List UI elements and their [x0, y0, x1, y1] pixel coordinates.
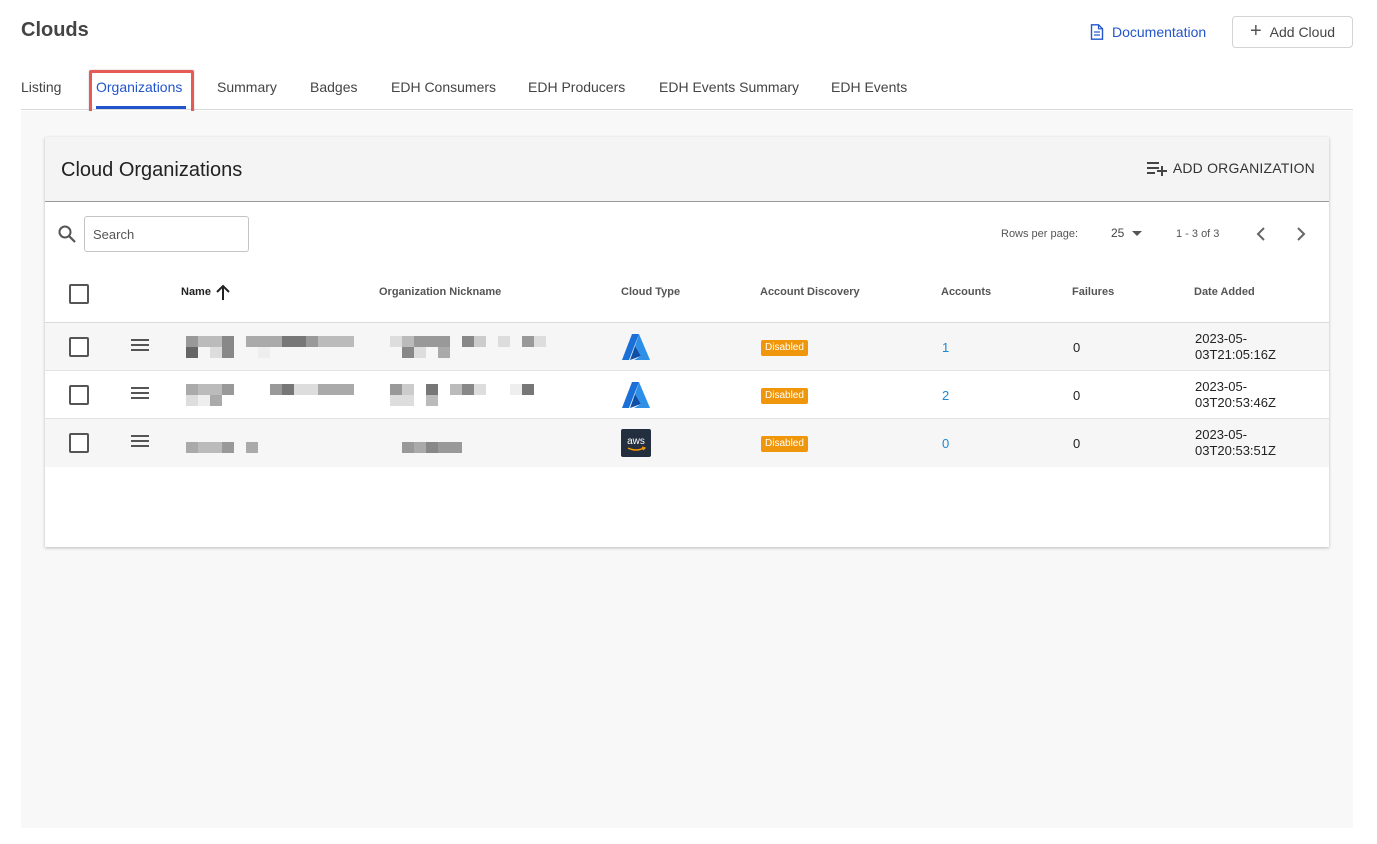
chevron-left-icon [1256, 227, 1265, 241]
playlist-add-icon [1146, 162, 1167, 176]
sort-arrow-up-icon [216, 284, 230, 300]
redacted-name [186, 442, 258, 453]
search-input[interactable] [84, 216, 249, 252]
failures-count: 0 [1073, 436, 1081, 451]
search-icon [58, 225, 76, 243]
redacted-name [186, 384, 354, 406]
accounts-link[interactable]: 2 [942, 388, 949, 403]
status-badge: Disabled [761, 340, 808, 356]
drag-handle-icon[interactable] [131, 387, 149, 401]
status-badge: Disabled [761, 436, 808, 452]
tab-summary[interactable]: Summary [217, 79, 277, 95]
column-header-date-added[interactable]: Date Added [1194, 286, 1255, 298]
date-added: 2023-05-03T20:53:46Z [1195, 379, 1276, 410]
column-header-name[interactable]: Name [181, 283, 231, 301]
tab-edh-events-summary[interactable]: EDH Events Summary [659, 79, 799, 95]
azure-logo-icon [622, 334, 650, 360]
date-added: 2023-05-03T21:05:16Z [1195, 331, 1276, 362]
documentation-label: Documentation [1112, 24, 1207, 40]
row-checkbox[interactable] [69, 433, 89, 453]
redacted-nickname [390, 336, 546, 358]
column-header-account-discovery[interactable]: Account Discovery [760, 286, 860, 298]
add-organization-label: ADD ORGANIZATION [1172, 160, 1315, 176]
column-header-failures[interactable]: Failures [1072, 286, 1114, 298]
cloud-organizations-card: Cloud Organizations ADD ORGANIZATION Row… [45, 137, 1329, 547]
next-page-button[interactable] [1291, 224, 1311, 244]
tab-edh-producers[interactable]: EDH Producers [528, 79, 625, 95]
accounts-link[interactable]: 0 [942, 436, 949, 451]
documentation-link[interactable]: Documentation [1090, 22, 1206, 42]
column-header-nickname[interactable]: Organization Nickname [379, 286, 501, 298]
table-row[interactable]: aws Disabled 0 0 2023-05-03T20:53:51Z [45, 419, 1329, 467]
add-cloud-label: Add Cloud [1269, 24, 1336, 40]
row-checkbox[interactable] [69, 385, 89, 405]
column-header-accounts[interactable]: Accounts [941, 286, 991, 298]
card-title: Cloud Organizations [61, 159, 243, 181]
add-organization-button[interactable]: ADD ORGANIZATION [1146, 160, 1315, 176]
column-header-cloud-type[interactable]: Cloud Type [621, 286, 680, 298]
svg-text:aws: aws [627, 436, 645, 447]
plus-icon: + [1249, 20, 1262, 42]
azure-logo-icon [622, 382, 650, 408]
rows-per-page-label: Rows per page: [1001, 228, 1079, 240]
chevron-right-icon [1297, 227, 1306, 241]
redacted-nickname [390, 384, 534, 406]
caret-down-icon [1132, 230, 1143, 236]
tab-badges[interactable]: Badges [310, 79, 357, 95]
tab-edh-consumers[interactable]: EDH Consumers [391, 79, 496, 95]
select-all-checkbox[interactable] [69, 284, 89, 304]
aws-logo-icon: aws [621, 429, 651, 457]
row-checkbox[interactable] [69, 337, 89, 357]
redacted-name [186, 336, 354, 358]
drag-handle-icon[interactable] [131, 435, 149, 449]
failures-count: 0 [1073, 340, 1081, 355]
tab-bar: Listing Organizations Summary Badges EDH… [21, 70, 1353, 116]
table-row[interactable]: Disabled 1 0 2023-05-03T21:05:16Z [45, 323, 1329, 371]
rows-per-page-select[interactable]: 25 [1111, 226, 1143, 240]
date-added: 2023-05-03T20:53:51Z [1195, 427, 1276, 458]
page-title: Clouds [21, 19, 89, 41]
page-range: 1 - 3 of 3 [1176, 228, 1220, 240]
redacted-nickname [402, 442, 462, 453]
status-badge: Disabled [761, 388, 808, 404]
table-row[interactable]: Disabled 2 0 2023-05-03T20:53:46Z [45, 371, 1329, 419]
failures-count: 0 [1073, 388, 1081, 403]
card-header: Cloud Organizations ADD ORGANIZATION [45, 137, 1329, 202]
document-icon [1090, 24, 1104, 40]
annotation-highlight-box [89, 70, 194, 116]
add-cloud-button[interactable]: + Add Cloud [1232, 16, 1353, 48]
rows-per-page-value: 25 [1111, 226, 1125, 240]
drag-handle-icon[interactable] [131, 339, 149, 353]
accounts-link[interactable]: 1 [942, 340, 949, 355]
previous-page-button[interactable] [1251, 224, 1271, 244]
column-header-name-label: Name [181, 286, 211, 298]
tab-edh-events[interactable]: EDH Events [831, 79, 907, 95]
tab-listing[interactable]: Listing [21, 79, 61, 95]
